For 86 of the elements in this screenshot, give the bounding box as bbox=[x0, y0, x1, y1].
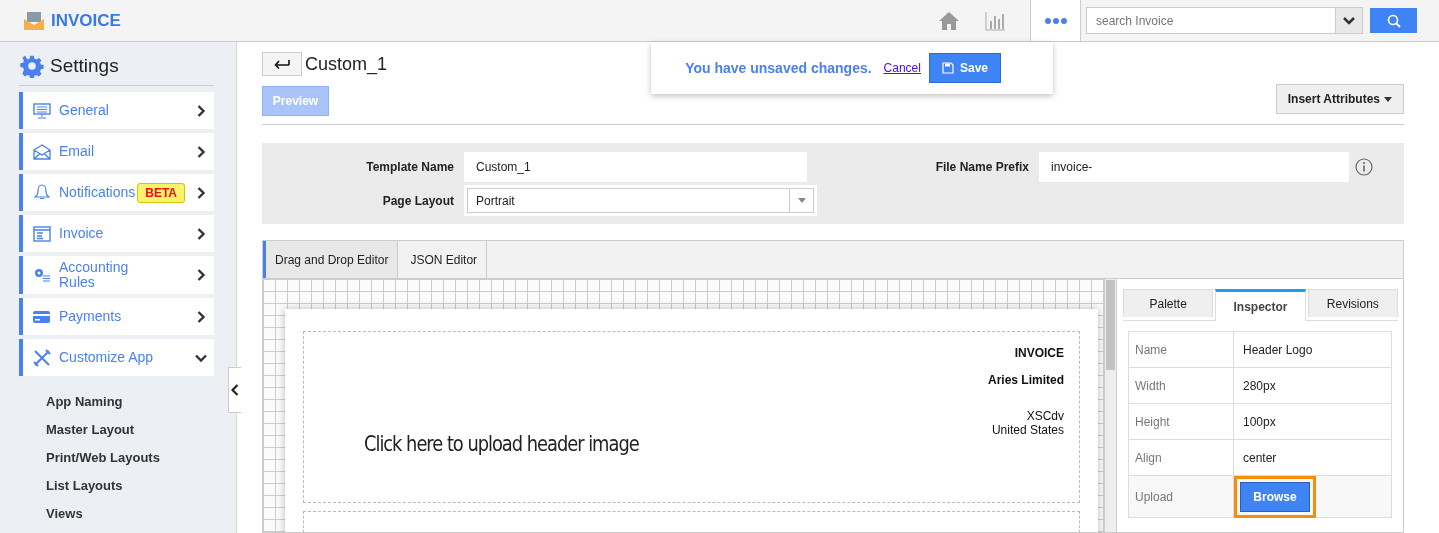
submenu-item[interactable]: Views bbox=[46, 505, 214, 522]
bell-icon bbox=[33, 184, 51, 201]
sidebar-item-label: Notifications bbox=[59, 183, 137, 202]
page-title: Custom_1 bbox=[305, 53, 388, 75]
sidebar-item[interactable]: Customize App bbox=[19, 339, 214, 376]
inspector-tab[interactable]: Inspector bbox=[1215, 289, 1306, 321]
template-name-field[interactable]: Custom_1 bbox=[464, 152, 807, 182]
property-label: Width bbox=[1129, 368, 1234, 403]
submenu-item[interactable]: App Naming bbox=[46, 393, 214, 410]
sidebar-item[interactable]: Accounting Rules bbox=[19, 256, 214, 294]
dots-icon bbox=[1044, 17, 1067, 24]
credit-card-icon bbox=[33, 309, 51, 324]
insert-attributes-button[interactable]: Insert Attributes bbox=[1275, 84, 1404, 114]
property-value[interactable]: 100px bbox=[1234, 404, 1391, 439]
monitor-icon bbox=[33, 102, 51, 119]
property-value[interactable]: center bbox=[1234, 440, 1391, 475]
sidebar-item-label: Payments bbox=[59, 307, 123, 326]
sidebar-item-label: Invoice bbox=[59, 224, 105, 243]
field-label: File Name Prefix bbox=[934, 160, 1030, 174]
submenu-item[interactable]: List Layouts bbox=[46, 477, 214, 494]
field-label: Page Layout bbox=[381, 193, 455, 208]
sidebar-item[interactable]: Notifications BETA bbox=[19, 174, 214, 211]
submenu-item[interactable]: Master Layout bbox=[46, 421, 214, 438]
cancel-link[interactable]: Cancel bbox=[883, 61, 921, 75]
back-arrow-icon bbox=[274, 59, 290, 69]
property-label: Upload bbox=[1129, 476, 1234, 517]
company-name: Aries Limited bbox=[987, 373, 1064, 387]
beta-badge: BETA bbox=[137, 182, 185, 203]
chevron-right-icon bbox=[195, 227, 207, 240]
more-menu-button[interactable] bbox=[1030, 0, 1081, 41]
sidebar-item[interactable]: Invoice bbox=[19, 215, 214, 252]
property-value[interactable]: 280px bbox=[1234, 368, 1391, 403]
sidebar-item-label: Accounting Rules bbox=[59, 258, 130, 292]
chevron-left-icon bbox=[231, 384, 239, 396]
address-line: XSCdv bbox=[1026, 409, 1064, 423]
page-layout-select[interactable]: Portrait bbox=[464, 185, 817, 216]
document-icon bbox=[33, 225, 51, 242]
bar-chart-icon[interactable] bbox=[984, 10, 1006, 31]
search-dropdown-button[interactable] bbox=[1336, 7, 1363, 34]
file-name-prefix-field[interactable]: invoice- bbox=[1039, 152, 1349, 182]
sidebar-title: Settings bbox=[50, 55, 119, 77]
search-button[interactable] bbox=[1370, 8, 1417, 33]
property-label: Align bbox=[1129, 440, 1234, 475]
envelope-icon bbox=[33, 143, 51, 160]
sidebar-item[interactable]: General bbox=[19, 92, 214, 129]
info-icon[interactable] bbox=[1355, 158, 1373, 176]
sidebar-item-label: General bbox=[59, 101, 110, 120]
save-button[interactable]: Save bbox=[928, 53, 1001, 83]
sidebar-item-label: Customize App bbox=[59, 348, 154, 367]
caret-icon bbox=[798, 198, 806, 203]
chevron-right-icon bbox=[195, 104, 207, 117]
chevron-right-icon bbox=[195, 145, 207, 158]
search-field[interactable]: search Invoice bbox=[1086, 7, 1336, 34]
search-icon bbox=[1386, 13, 1401, 28]
property-label: Name bbox=[1129, 332, 1234, 367]
sidebar-item[interactable]: Payments bbox=[19, 298, 214, 335]
toast-message: You have unsaved changes. bbox=[685, 60, 872, 76]
property-value[interactable]: Header Logo bbox=[1234, 332, 1391, 367]
scrollbar[interactable] bbox=[1104, 279, 1116, 532]
upload-header-image-text[interactable]: Click here to upload header image bbox=[364, 432, 639, 456]
chevron-down-icon bbox=[1343, 16, 1355, 25]
editor-tab[interactable]: Drag and Drop Editor bbox=[263, 241, 399, 278]
submenu-item[interactable]: Print/Web Layouts bbox=[46, 449, 214, 466]
settings-icon bbox=[20, 54, 44, 78]
inspector-tab[interactable]: Palette bbox=[1123, 289, 1214, 317]
home-icon[interactable] bbox=[938, 10, 960, 31]
editor-tab[interactable]: JSON Editor bbox=[398, 241, 488, 278]
chevron-right-icon bbox=[195, 310, 207, 323]
invoice-heading: INVOICE bbox=[1014, 346, 1064, 360]
wrench-screwdriver-icon bbox=[33, 348, 51, 367]
caret-icon bbox=[1384, 96, 1392, 102]
field-label: Template Name bbox=[365, 160, 455, 174]
collapse-sidebar-button[interactable] bbox=[228, 367, 241, 413]
app-title: INVOICE bbox=[51, 10, 121, 31]
browse-button[interactable]: Browse bbox=[1240, 481, 1310, 512]
back-button[interactable] bbox=[262, 52, 302, 76]
inspector-tab[interactable]: Revisions bbox=[1307, 289, 1398, 317]
address-line: United States bbox=[991, 423, 1064, 437]
property-label: Height bbox=[1129, 404, 1234, 439]
envelope-logo-icon bbox=[23, 10, 45, 31]
header-section[interactable]: Click here to upload header image INVOICE Aries Limited XSCdv United States bbox=[303, 331, 1080, 503]
chevron-right-icon bbox=[195, 186, 207, 199]
gear-list-icon bbox=[33, 266, 51, 284]
chevron-right-icon bbox=[195, 269, 207, 281]
sidebar-item-label: Email bbox=[59, 142, 95, 161]
sidebar-item[interactable]: Email bbox=[19, 133, 214, 170]
